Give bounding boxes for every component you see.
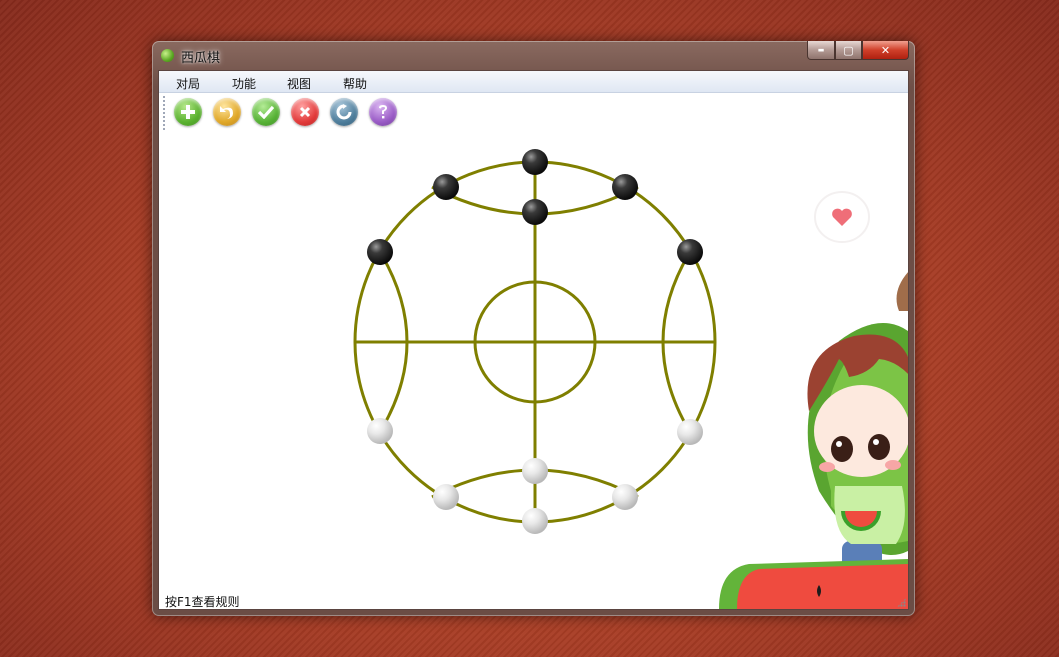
maximize-button[interactable]: ▢ xyxy=(835,41,862,60)
refresh-icon xyxy=(336,104,352,120)
black-piece[interactable] xyxy=(612,174,638,200)
minimize-icon: ▬ xyxy=(817,46,825,54)
close-icon: ✕ xyxy=(880,43,891,57)
refresh-button[interactable] xyxy=(330,98,358,126)
game-board[interactable] xyxy=(159,71,908,609)
window-title: 西瓜棋 xyxy=(181,51,221,66)
app-window: 西瓜棋 ▬ ▢ ✕ 对局 功能 视图 帮助 按F1查看规则 xyxy=(152,41,915,616)
watermelon-boy-illustration xyxy=(719,191,908,609)
white-piece[interactable] xyxy=(367,418,393,444)
black-piece[interactable] xyxy=(677,239,703,265)
undo-button[interactable] xyxy=(213,98,241,126)
close-button[interactable]: ✕ xyxy=(862,41,909,60)
white-piece[interactable] xyxy=(677,419,703,445)
x-icon xyxy=(299,106,311,118)
status-text: 按F1查看规则 xyxy=(165,595,240,609)
black-piece[interactable] xyxy=(522,199,548,225)
menu-bar: 对局 功能 视图 帮助 xyxy=(159,71,908,93)
toolbar-grip[interactable] xyxy=(163,96,165,132)
white-piece[interactable] xyxy=(522,508,548,534)
status-bar: 按F1查看规则 xyxy=(159,591,908,609)
minimize-button[interactable]: ▬ xyxy=(807,41,835,60)
check-icon xyxy=(258,105,274,119)
menu-help[interactable]: 帮助 xyxy=(343,75,367,92)
new-game-button[interactable] xyxy=(174,98,202,126)
resize-grip[interactable] xyxy=(897,598,906,607)
confirm-button[interactable] xyxy=(252,98,280,126)
watermelon-app-icon xyxy=(161,49,174,62)
black-piece[interactable] xyxy=(367,239,393,265)
black-piece[interactable] xyxy=(433,174,459,200)
question-icon xyxy=(379,105,387,119)
toolbar xyxy=(159,93,908,135)
white-piece[interactable] xyxy=(612,484,638,510)
white-piece[interactable] xyxy=(433,484,459,510)
black-piece[interactable] xyxy=(522,149,548,175)
white-piece[interactable] xyxy=(522,458,548,484)
menu-game[interactable]: 对局 xyxy=(176,75,200,92)
plus-icon xyxy=(181,105,195,119)
client-area: 对局 功能 视图 帮助 按F1查看规则 xyxy=(158,70,909,610)
undo-icon xyxy=(220,106,233,119)
cancel-button[interactable] xyxy=(291,98,319,126)
title-bar[interactable]: 西瓜棋 ▬ ▢ ✕ xyxy=(152,41,915,69)
menu-view[interactable]: 视图 xyxy=(287,75,311,92)
help-button[interactable] xyxy=(369,98,397,126)
menu-function[interactable]: 功能 xyxy=(232,75,256,92)
maximize-icon: ▢ xyxy=(843,43,854,57)
